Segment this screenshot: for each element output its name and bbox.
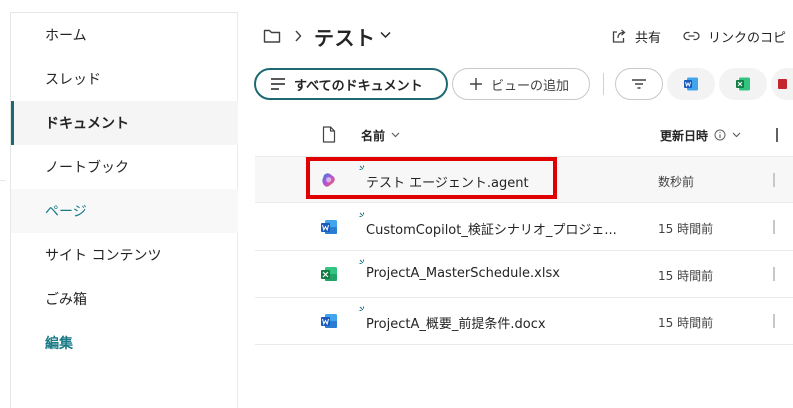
file-name-link[interactable]: CustomCopilot_検証シナリオ_プロジェ... (366, 219, 617, 238)
pdf-icon (778, 79, 787, 89)
file-modified: 15 時間前 (658, 222, 714, 236)
nav-item-label: ドキュメント (45, 116, 129, 132)
info-icon[interactable] (714, 129, 726, 141)
modified-column-header[interactable]: 更新日時 (660, 122, 741, 148)
file-modified: 15 時間前 (658, 316, 714, 330)
row-edge (773, 267, 775, 281)
table-row[interactable]: ProjectA_概要_前提条件.docx 15 時間前 (255, 298, 793, 345)
plus-icon (470, 78, 482, 90)
modified-column-label: 更新日時 (660, 128, 709, 143)
word-file-icon (321, 314, 337, 328)
nav-item-label: ホーム (45, 28, 87, 44)
column-header-edge (776, 128, 778, 142)
share-icon (612, 29, 626, 43)
nav-item-label: サイト コンテンツ (45, 248, 162, 264)
new-excel-button[interactable] (719, 68, 767, 100)
list-view-icon (271, 78, 285, 90)
nav-item-notebook[interactable]: ノートブック (11, 145, 238, 189)
toolbar-divider (603, 73, 604, 95)
all-documents-view-button[interactable]: すべてのドキュメント (254, 68, 448, 100)
new-word-button[interactable] (667, 68, 715, 100)
chevron-right-icon (295, 30, 302, 42)
copilot-agent-icon (322, 173, 335, 187)
share-label: 共有 (635, 30, 662, 46)
copy-link-button[interactable]: リンクのコピ (683, 26, 786, 46)
nav-item-label: ページ (45, 204, 87, 220)
chevron-down-icon[interactable] (380, 31, 391, 39)
left-navigation: ホーム スレッド ドキュメント ノートブック ページ サイト コンテンツ ごみ箱… (10, 12, 238, 408)
divider (0, 180, 6, 181)
nav-item-label: ノートブック (45, 160, 129, 176)
add-view-button[interactable]: ビューの追加 (452, 68, 590, 100)
word-file-icon (321, 220, 337, 234)
file-name-link[interactable]: ProjectA_概要_前提条件.docx (366, 313, 546, 332)
nav-item-recycle-bin[interactable]: ごみ箱 (11, 277, 238, 321)
row-edge (773, 314, 775, 328)
nav-item-label: 編集 (45, 336, 73, 352)
table-row[interactable]: ProjectA_MasterSchedule.xlsx 15 時間前 (255, 251, 793, 298)
file-modified: 15 時間前 (658, 269, 714, 283)
nav-item-threads[interactable]: スレッド (11, 57, 238, 101)
row-edge (773, 173, 775, 187)
file-type-column-icon[interactable] (322, 126, 336, 143)
share-button[interactable]: 共有 (611, 26, 661, 46)
chevron-down-icon (391, 132, 400, 138)
nav-item-edit[interactable]: 編集 (11, 321, 238, 365)
add-view-label: ビューの追加 (491, 78, 570, 94)
row-edge (773, 220, 775, 234)
filter-icon (632, 79, 646, 89)
table-row[interactable]: テスト エージェント.agent 数秒前 (255, 156, 793, 203)
nav-item-documents[interactable]: ドキュメント (11, 101, 238, 145)
excel-file-icon (321, 267, 337, 281)
folder-icon[interactable] (263, 28, 281, 44)
all-documents-label: すべてのドキュメント (294, 78, 423, 94)
page-title[interactable]: テスト (314, 22, 376, 51)
chevron-down-icon (732, 132, 741, 138)
word-icon (684, 77, 698, 91)
name-column-header[interactable]: 名前 (361, 122, 400, 148)
nav-item-pages[interactable]: ページ (11, 189, 238, 233)
nav-item-label: ごみ箱 (45, 292, 87, 308)
name-column-label: 名前 (361, 128, 386, 143)
file-name-link[interactable]: ProjectA_MasterSchedule.xlsx (366, 266, 560, 281)
nav-item-home[interactable]: ホーム (11, 13, 238, 57)
excel-icon (736, 77, 750, 91)
filter-button[interactable] (615, 68, 663, 100)
copy-link-label: リンクのコピ (708, 30, 787, 46)
file-name-link[interactable]: テスト エージェント.agent (366, 172, 529, 191)
link-icon (683, 31, 700, 41)
nav-item-site-contents[interactable]: サイト コンテンツ (11, 233, 238, 277)
new-pdf-button[interactable] (771, 68, 793, 100)
nav-item-label: スレッド (45, 72, 101, 88)
file-modified: 数秒前 (658, 175, 695, 189)
table-row[interactable]: CustomCopilot_検証シナリオ_プロジェ... 15 時間前 (255, 204, 793, 251)
